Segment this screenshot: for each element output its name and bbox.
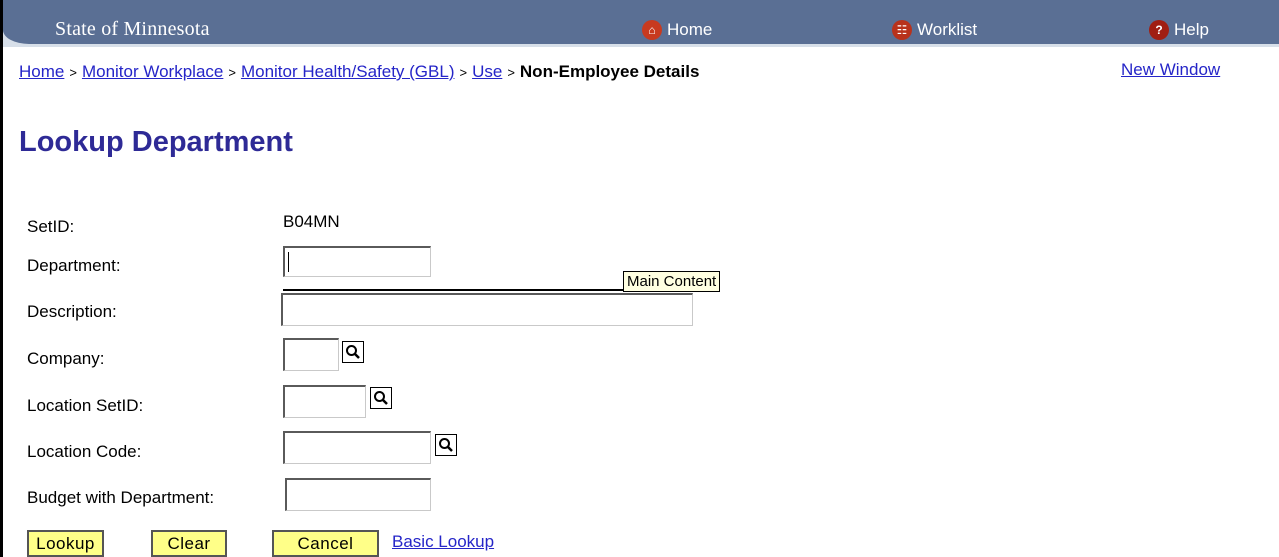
location-setid-lookup-button[interactable]	[370, 387, 392, 409]
magnifier-icon	[346, 345, 360, 359]
description-label: Description:	[27, 302, 117, 321]
breadcrumb-separator: >	[507, 65, 515, 80]
cancel-button[interactable]: Cancel	[272, 530, 379, 557]
department-input[interactable]	[283, 246, 431, 277]
tooltip-pointer-line	[283, 289, 623, 291]
breadcrumb-monitor-workplace[interactable]: Monitor Workplace	[82, 62, 223, 81]
basic-lookup-link[interactable]: Basic Lookup	[392, 532, 494, 552]
header-bar: State of Minnesota ⌂ Home ☷ Worklist ? H…	[3, 0, 1279, 48]
breadcrumb-separator: >	[228, 65, 236, 80]
nav-home-link[interactable]: ⌂ Home	[642, 18, 712, 42]
location-code-label: Location Code:	[27, 442, 142, 461]
company-label: Company:	[27, 349, 105, 368]
nav-worklist-label: Worklist	[917, 20, 978, 39]
breadcrumb-current: Non-Employee Details	[519, 62, 700, 81]
home-icon: ⌂	[642, 20, 662, 40]
breadcrumb: Home > Monitor Workplace > Monitor Health/Sa…	[19, 62, 699, 82]
magnifier-icon	[439, 438, 453, 452]
breadcrumb-monitor-health-safety[interactable]: Monitor Health/Safety (GBL)	[241, 62, 455, 81]
location-setid-label: Location SetID:	[27, 396, 144, 415]
lookup-button[interactable]: Lookup	[27, 530, 104, 557]
breadcrumb-separator: >	[69, 65, 77, 80]
location-code-input[interactable]	[283, 431, 431, 464]
company-input[interactable]	[283, 338, 339, 371]
breadcrumb-use[interactable]: Use	[472, 62, 502, 81]
window-left-border	[0, 0, 3, 557]
page-title: Lookup Department	[19, 126, 293, 158]
clear-button[interactable]: Clear	[151, 530, 227, 557]
new-window-link[interactable]: New Window	[1121, 60, 1220, 80]
worklist-icon: ☷	[892, 20, 912, 40]
description-input[interactable]	[281, 293, 693, 326]
company-lookup-button[interactable]	[342, 341, 364, 363]
setid-label: SetID:	[27, 217, 75, 236]
help-icon: ?	[1149, 20, 1169, 40]
main-content-tooltip: Main Content	[623, 271, 721, 292]
nav-home-label: Home	[667, 20, 713, 39]
nav-help-link[interactable]: ? Help	[1149, 18, 1209, 42]
location-setid-input[interactable]	[283, 385, 366, 418]
department-label: Department:	[27, 256, 121, 275]
breadcrumb-home[interactable]: Home	[19, 62, 64, 81]
text-caret	[288, 252, 289, 272]
budget-with-department-input[interactable]	[285, 478, 431, 511]
nav-help-label: Help	[1174, 20, 1209, 39]
nav-worklist-link[interactable]: ☷ Worklist	[892, 18, 977, 42]
magnifier-icon	[374, 391, 388, 405]
budget-with-department-label: Budget with Department:	[27, 488, 215, 507]
breadcrumb-separator: >	[459, 65, 468, 80]
location-code-lookup-button[interactable]	[435, 434, 457, 456]
setid-value: B04MN	[283, 212, 340, 231]
site-title: State of Minnesota	[55, 18, 210, 40]
